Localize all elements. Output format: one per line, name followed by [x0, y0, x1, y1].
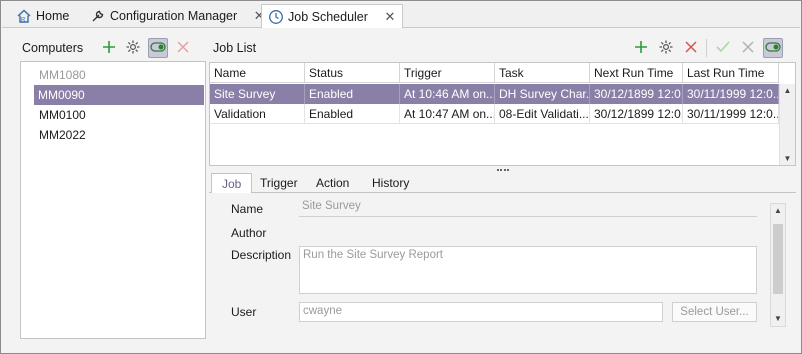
job-list-grid[interactable]: Name Status Trigger Task Next Run Time L… [209, 62, 796, 166]
cell-last-run-time: 30/11/1999 12:0... [683, 104, 779, 124]
tab-job-scheduler[interactable]: Job Scheduler ✕ [261, 4, 403, 29]
column-header-name[interactable]: Name [210, 63, 305, 83]
plus-icon [102, 40, 116, 57]
close-icon[interactable]: ✕ [384, 9, 396, 25]
svg-text:R: R [21, 18, 26, 24]
user-field[interactable]: cwayne [299, 302, 663, 322]
cell-next-run-time: 30/12/1899 12:0... [590, 104, 683, 124]
tab-configuration-manager-label: Configuration Manager [110, 9, 238, 23]
job-detail-panel: Name Site Survey Author Description Run … [209, 193, 796, 327]
job-scheduler-window: R Home Configuration Manager ✕ Job Sched… [0, 0, 802, 354]
description-field[interactable]: Run the Site Survey Report [299, 246, 757, 294]
plus-icon [634, 40, 648, 57]
clock-icon [268, 9, 284, 25]
computers-title: Computers [22, 41, 84, 55]
computer-item[interactable]: MM2022 [35, 125, 205, 145]
scroll-down-icon[interactable]: ▼ [780, 152, 795, 165]
computer-item[interactable]: MM0090 [34, 85, 204, 105]
toggle-icon [150, 41, 166, 56]
cell-status: Enabled [305, 104, 400, 124]
author-label: Author [231, 226, 267, 240]
tab-history[interactable]: History [362, 173, 419, 193]
accept-button[interactable] [713, 38, 733, 58]
computer-enable-toggle[interactable] [148, 38, 168, 58]
add-computer-button[interactable] [99, 38, 119, 58]
name-label: Name [231, 202, 264, 216]
scroll-up-icon[interactable]: ▲ [771, 204, 785, 218]
table-row[interactable]: Validation Enabled At 10:47 AM on... 08-… [210, 104, 779, 124]
cell-task: 08-Edit Validati... [495, 104, 590, 124]
detail-scrollbar[interactable]: ▲ ▼ [770, 203, 786, 327]
job-list-title: Job List [213, 41, 257, 55]
column-header-next-run-time[interactable]: Next Run Time [590, 63, 683, 83]
computers-list[interactable]: MM1080 MM0090 MM0100 MM2022 [20, 61, 206, 339]
name-field[interactable]: Site Survey [299, 200, 757, 217]
cell-next-run-time: 30/12/1899 12:0... [590, 84, 683, 104]
document-tab-strip: R Home Configuration Manager ✕ Job Sched… [2, 2, 800, 29]
cell-status: Enabled [305, 84, 400, 104]
column-header-status[interactable]: Status [305, 63, 400, 83]
delete-icon [177, 40, 189, 56]
cell-name: Site Survey [210, 84, 305, 104]
job-enable-toggle[interactable] [763, 38, 783, 58]
wrench-icon [90, 8, 106, 24]
tab-action[interactable]: Action [306, 173, 359, 193]
job-settings-button[interactable] [656, 38, 676, 58]
splitter-handle[interactable] [497, 169, 509, 171]
cancel-button[interactable] [738, 38, 758, 58]
cell-trigger: At 10:47 AM on... [400, 104, 495, 124]
computer-item[interactable]: MM1080 [35, 65, 205, 85]
toggle-icon [765, 41, 781, 56]
column-header-last-run-time[interactable]: Last Run Time [683, 63, 779, 83]
toolbar-separator [706, 39, 707, 57]
user-label: User [231, 305, 257, 319]
home-icon: R [16, 8, 32, 24]
check-icon [716, 40, 730, 56]
job-list-scrollbar[interactable]: ▲ ▼ [779, 84, 795, 165]
delete-job-button[interactable] [681, 38, 701, 58]
delete-computer-button[interactable] [173, 38, 193, 58]
tab-home[interactable]: R Home [10, 4, 75, 28]
cell-name: Validation [210, 104, 305, 124]
gear-icon [125, 39, 141, 58]
table-row[interactable]: Site Survey Enabled At 10:46 AM on... DH… [210, 84, 779, 104]
tab-job-scheduler-label: Job Scheduler [288, 9, 368, 24]
column-header-trigger[interactable]: Trigger [400, 63, 495, 83]
tab-job[interactable]: Job [211, 173, 253, 194]
gear-icon [658, 39, 674, 58]
detail-tab-strip: Job Trigger Action History [209, 173, 796, 194]
description-label: Description [231, 248, 292, 262]
delete-icon [685, 40, 697, 56]
cell-last-run-time: 30/11/1999 12:0... [683, 84, 779, 104]
add-job-button[interactable] [631, 38, 651, 58]
computer-item[interactable]: MM0100 [35, 105, 205, 125]
tab-trigger[interactable]: Trigger [250, 173, 308, 193]
scroll-down-icon[interactable]: ▼ [771, 312, 785, 326]
scroll-thumb[interactable] [773, 224, 783, 294]
tab-configuration-manager[interactable]: Configuration Manager ✕ [84, 4, 271, 28]
cancel-icon [742, 40, 754, 56]
cell-trigger: At 10:46 AM on... [400, 84, 495, 104]
column-header-task[interactable]: Task [495, 63, 590, 83]
select-user-button[interactable]: Select User... [672, 302, 757, 322]
main-content: Computers MM1080 MM0090 MM0100 MM2022 Jo… [2, 28, 800, 353]
computer-settings-button[interactable] [123, 38, 143, 58]
cell-task: DH Survey Char... [495, 84, 590, 104]
job-list-header: Name Status Trigger Task Next Run Time L… [210, 63, 779, 83]
tab-home-label: Home [36, 9, 70, 23]
scroll-up-icon[interactable]: ▲ [780, 84, 795, 98]
